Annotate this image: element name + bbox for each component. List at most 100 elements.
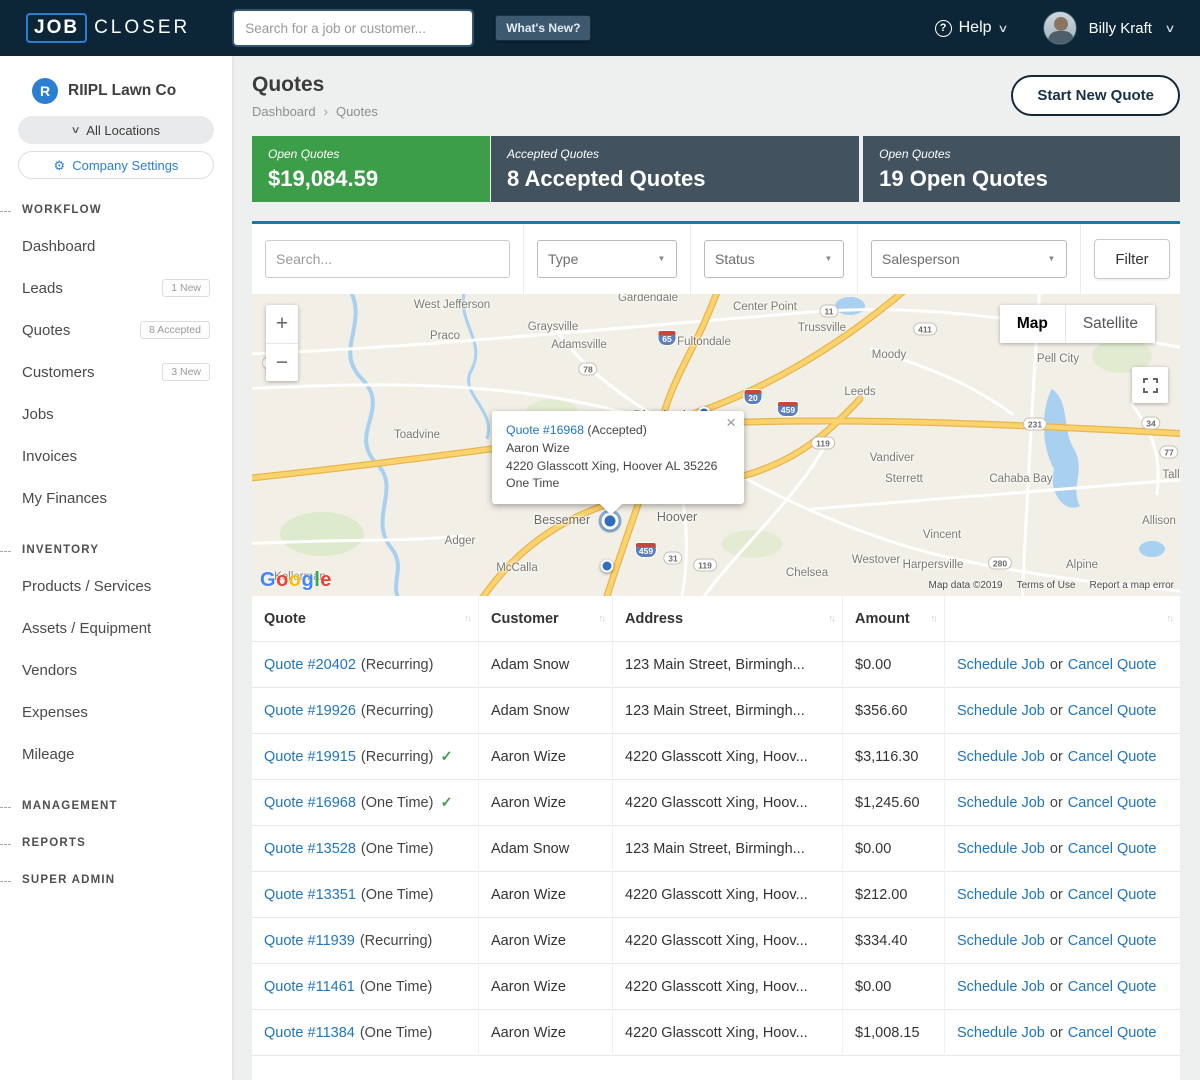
schedule-job-link[interactable]: Schedule Job xyxy=(957,841,1045,857)
table-column-header[interactable]: Customer xyxy=(479,596,613,642)
company-header[interactable]: R RIIPL Lawn Co xyxy=(32,78,214,104)
map-place-label: West Jefferson xyxy=(414,299,490,311)
schedule-job-link[interactable]: Schedule Job xyxy=(957,749,1045,765)
quotes-search-input[interactable] xyxy=(265,240,510,278)
breadcrumb-item[interactable]: Dashboard xyxy=(252,104,316,119)
quote-link[interactable]: Quote #13528 xyxy=(264,841,356,857)
map-type-map-button[interactable]: Map xyxy=(1000,305,1065,343)
table-column-header[interactable]: Quote xyxy=(252,596,479,642)
help-menu[interactable]: Help xyxy=(935,19,1007,37)
status-select[interactable]: Status xyxy=(704,240,844,278)
salesperson-select[interactable]: Salesperson xyxy=(871,240,1067,278)
help-label: Help xyxy=(959,19,992,37)
map-marker[interactable] xyxy=(601,560,614,573)
map-place-label: Adger xyxy=(445,535,476,547)
type-select[interactable]: Type xyxy=(537,240,677,278)
quotes-map[interactable]: GardendaleWest JeffersonCenter PointGray… xyxy=(252,294,1180,596)
sidebar-item-label: Jobs xyxy=(22,406,54,423)
chevron-down-icon[interactable] xyxy=(1164,22,1175,35)
report-error-link[interactable]: Report a map error xyxy=(1090,580,1174,591)
schedule-job-link[interactable]: Schedule Job xyxy=(957,657,1045,673)
schedule-job-link[interactable]: Schedule Job xyxy=(957,933,1045,949)
sort-icon[interactable] xyxy=(829,614,835,625)
quote-link[interactable]: Quote #19926 xyxy=(264,703,356,719)
google-logo-letter: o xyxy=(289,569,302,591)
quote-link[interactable]: Quote #19915 xyxy=(264,749,356,765)
cancel-quote-link[interactable]: Cancel Quote xyxy=(1068,749,1157,765)
quote-link[interactable]: Quote #11461 xyxy=(264,979,355,995)
terms-of-use-link[interactable]: Terms of Use xyxy=(1017,580,1076,591)
cancel-quote-link[interactable]: Cancel Quote xyxy=(1068,979,1157,995)
info-customer: Aaron Wize xyxy=(506,440,720,458)
cancel-quote-link[interactable]: Cancel Quote xyxy=(1068,841,1157,857)
quote-link[interactable]: Quote #13351 xyxy=(264,887,356,903)
schedule-job-link[interactable]: Schedule Job xyxy=(957,887,1045,903)
cancel-quote-link[interactable]: Cancel Quote xyxy=(1068,795,1157,811)
sidebar-item-badge: 3 New xyxy=(162,363,210,381)
quote-cell: Quote #16968 (One Time) xyxy=(252,780,479,826)
sidebar-nav: WORKFLOW Dashboard Leads 1 New Quotes 8 … xyxy=(0,204,232,886)
stat-card: Open Quotes $19,084.59 xyxy=(252,136,490,202)
cancel-quote-link[interactable]: Cancel Quote xyxy=(1068,933,1157,949)
address-cell: 4220 Glasscott Xing, Hoov... xyxy=(613,918,843,964)
map-type-satellite-button[interactable]: Satellite xyxy=(1065,305,1155,343)
global-search-input[interactable] xyxy=(234,11,472,45)
breadcrumb-item[interactable]: Quotes xyxy=(336,104,378,119)
sidebar-section-header: SUPER ADMIN xyxy=(0,874,232,886)
sidebar-item-my-finances[interactable]: My Finances xyxy=(0,477,232,519)
schedule-job-link[interactable]: Schedule Job xyxy=(957,703,1045,719)
info-quote-link[interactable]: Quote #16968 xyxy=(506,423,584,437)
sidebar-item-leads[interactable]: Leads 1 New xyxy=(0,267,232,309)
company-settings-button[interactable]: Company Settings xyxy=(18,151,214,179)
table-column-header[interactable]: Amount xyxy=(843,596,945,642)
action-separator: or xyxy=(1050,795,1063,811)
quote-link[interactable]: Quote #20402 xyxy=(264,657,356,673)
map-type-control: Map Satellite xyxy=(1000,305,1155,343)
customer-cell: Adam Snow xyxy=(479,826,613,872)
schedule-job-link[interactable]: Schedule Job xyxy=(957,979,1045,995)
schedule-job-link[interactable]: Schedule Job xyxy=(957,1025,1045,1041)
customer-cell: Adam Snow xyxy=(479,688,613,734)
sidebar-item-mileage[interactable]: Mileage xyxy=(0,733,232,775)
map-place-label: Vandiver xyxy=(870,452,915,464)
sort-icon[interactable] xyxy=(1167,614,1173,625)
app-logo[interactable]: JOB CLOSER xyxy=(26,13,190,43)
quote-link[interactable]: Quote #11384 xyxy=(264,1025,355,1041)
cancel-quote-link[interactable]: Cancel Quote xyxy=(1068,887,1157,903)
quote-link[interactable]: Quote #16968 xyxy=(264,795,356,811)
google-logo-letter: g xyxy=(302,569,315,591)
sort-icon[interactable] xyxy=(465,614,471,625)
sidebar-item-jobs[interactable]: Jobs xyxy=(0,393,232,435)
table-body: Quote #20402 (Recurring) Adam Snow 123 M… xyxy=(252,642,1180,1056)
table-column-header[interactable] xyxy=(945,596,1180,642)
quote-link[interactable]: Quote #11939 xyxy=(264,933,355,949)
filter-button[interactable]: Filter xyxy=(1094,239,1170,279)
sidebar-item-vendors[interactable]: Vendors xyxy=(0,649,232,691)
user-avatar[interactable] xyxy=(1043,11,1077,45)
sidebar-item-dashboard[interactable]: Dashboard xyxy=(0,225,232,267)
sidebar-item-products-services[interactable]: Products / Services xyxy=(0,565,232,607)
action-separator: or xyxy=(1050,979,1063,995)
sort-icon[interactable] xyxy=(931,614,937,625)
cancel-quote-link[interactable]: Cancel Quote xyxy=(1068,703,1157,719)
route-shield-icon: 78 xyxy=(578,363,597,376)
sidebar-item-assets-equipment[interactable]: Assets / Equipment xyxy=(0,607,232,649)
map-zoom-control: + − xyxy=(266,305,298,381)
schedule-job-link[interactable]: Schedule Job xyxy=(957,795,1045,811)
cancel-quote-link[interactable]: Cancel Quote xyxy=(1068,1025,1157,1041)
fullscreen-button[interactable] xyxy=(1132,367,1168,403)
sidebar-item-quotes[interactable]: Quotes 8 Accepted xyxy=(0,309,232,351)
sidebar-item-customers[interactable]: Customers 3 New xyxy=(0,351,232,393)
zoom-in-button[interactable]: + xyxy=(266,305,298,343)
sidebar-item-invoices[interactable]: Invoices xyxy=(0,435,232,477)
start-new-quote-button[interactable]: Start New Quote xyxy=(1011,75,1180,116)
cancel-quote-link[interactable]: Cancel Quote xyxy=(1068,657,1157,673)
sidebar-item-expenses[interactable]: Expenses xyxy=(0,691,232,733)
table-column-header[interactable]: Address xyxy=(613,596,843,642)
locations-dropdown[interactable]: All Locations xyxy=(18,116,214,144)
zoom-out-button[interactable]: − xyxy=(266,343,298,381)
whats-new-button[interactable]: What's New? xyxy=(495,15,591,41)
close-icon[interactable] xyxy=(726,414,736,431)
amount-cell: $0.00 xyxy=(843,642,945,688)
sort-icon[interactable] xyxy=(599,614,605,625)
